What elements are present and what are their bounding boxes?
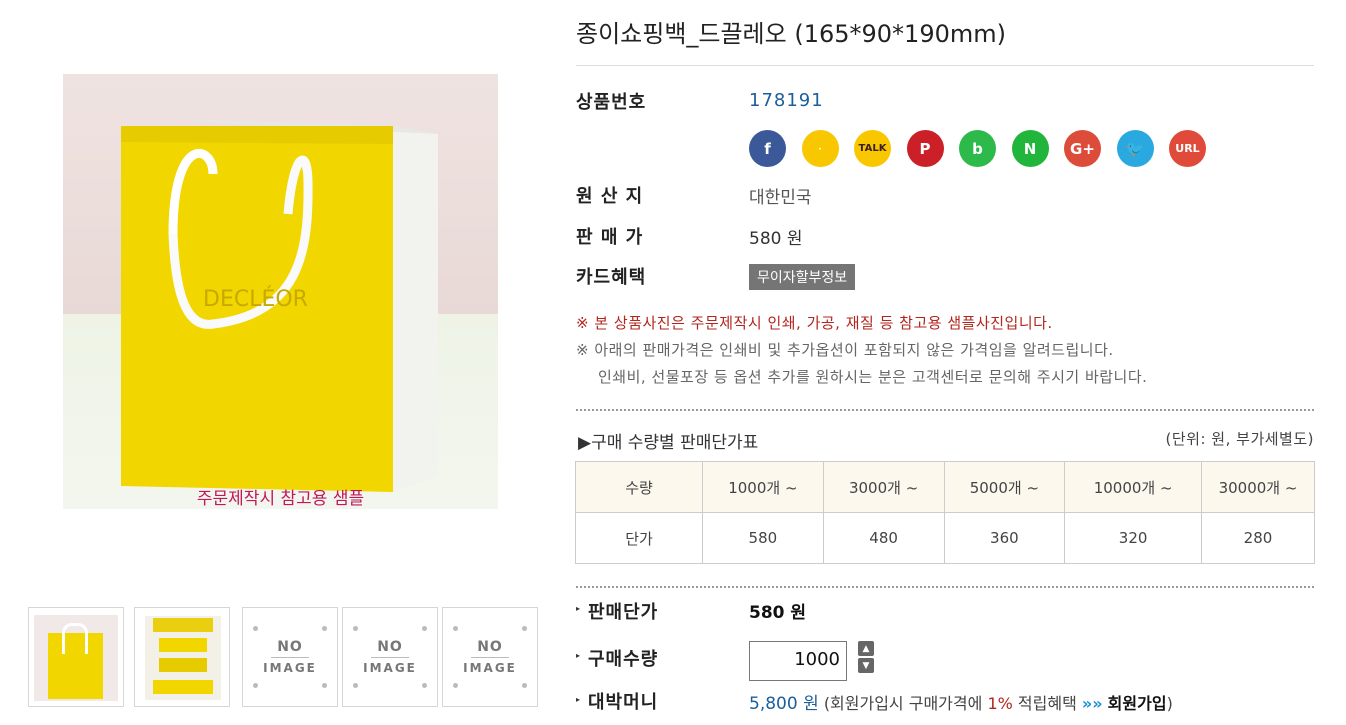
url-icon[interactable]: URL <box>1169 130 1206 167</box>
origin-label: 원 산 지 <box>576 186 644 207</box>
table-cell: 1000개 ~ <box>702 461 824 513</box>
dotted-divider <box>576 409 1314 411</box>
thumbnail-2[interactable] <box>134 607 230 707</box>
reward-rate: 1% <box>987 694 1013 713</box>
quantity-input[interactable]: 1000 <box>749 641 847 681</box>
title-divider <box>576 65 1314 66</box>
table-cell: 3000개 ~ <box>822 461 945 513</box>
price-table: 수량 1000개 ~ 3000개 ~ 5000개 ~ 10000개 ~ 3000… <box>575 461 1315 564</box>
facebook-icon[interactable]: f <box>749 130 786 167</box>
bullet-icon: ▸ <box>576 651 581 660</box>
thumbnail-1[interactable] <box>28 607 124 707</box>
quantity-label: 구매수량 <box>588 649 659 670</box>
shopping-bag-illustration: DECLÉOR <box>121 119 438 492</box>
reward-note-benefit: 적립혜택 <box>1017 694 1077 713</box>
reward-note: (회원가입시 구매가격에 <box>823 694 983 713</box>
table-row: 단가 580 480 360 320 280 <box>575 512 1315 564</box>
arrows-icon: »» <box>1081 694 1103 713</box>
reward-money-row: 5,800 원 (회원가입시 구매가격에 1% 적립혜택 »» 회원가입) <box>749 689 1173 714</box>
card-benefit-label: 카드혜택 <box>576 267 647 288</box>
table-cell: 5000개 ~ <box>943 461 1066 513</box>
product-code-label: 상품번호 <box>576 92 647 113</box>
origin-value: 대한민국 <box>749 188 812 208</box>
dotted-divider <box>576 586 1314 588</box>
kakaotalk-icon[interactable]: TALK <box>854 130 891 167</box>
bullet-icon: ▸ <box>576 604 581 613</box>
thumbnail-4-no-image[interactable]: NO IMAGE <box>342 607 438 707</box>
bullet-icon: ▸ <box>576 695 581 704</box>
sample-photo-notice: ※ 본 상품사진은 주문제작시 인쇄, 가공, 재질 등 참고용 샘플사진입니다… <box>576 314 1053 332</box>
table-cell: 30000개 ~ <box>1201 461 1315 513</box>
table-cell: 10000개 ~ <box>1064 461 1202 513</box>
twitter-icon[interactable]: 🐦 <box>1116 130 1154 167</box>
table-cell: 수량 <box>575 461 703 513</box>
signup-link[interactable]: 회원가입 <box>1108 694 1167 713</box>
product-title: 종이쇼핑백_드끌레오 (165*90*190mm) <box>576 20 1006 48</box>
reward-money-label: 대박머니 <box>588 692 659 713</box>
table-row: 수량 1000개 ~ 3000개 ~ 5000개 ~ 10000개 ~ 3000… <box>575 461 1315 513</box>
table-cell: 단가 <box>575 512 703 564</box>
installment-info-button[interactable]: 무이자할부정보 <box>749 264 856 290</box>
reward-note-close: ) <box>1166 694 1173 713</box>
image-caption: 주문제작시 참고용 샘플 <box>196 489 365 509</box>
table-cell: 480 <box>822 512 945 564</box>
band-icon[interactable]: b <box>959 130 996 167</box>
price-table-unit-note: (단위: 원, 부가세별도) <box>1165 430 1314 448</box>
table-cell: 360 <box>943 512 1066 564</box>
product-code-value: 178191 <box>749 90 824 111</box>
price-value: 580 원 <box>749 229 803 249</box>
pinterest-icon[interactable]: P <box>906 130 944 167</box>
bag-print-logo: DECLÉOR <box>203 286 308 312</box>
table-cell: 320 <box>1064 512 1202 564</box>
naver-icon[interactable]: N <box>1011 130 1049 167</box>
price-label: 판 매 가 <box>576 227 644 248</box>
thumbnail-3-no-image[interactable]: NO IMAGE <box>242 607 338 707</box>
price-notice-2: 인쇄비, 선물포장 등 옵션 추가를 원하시는 분은 고객센터로 문의해 주시기… <box>598 368 1148 386</box>
quantity-up-icon[interactable]: ▲ <box>858 641 874 656</box>
googleplus-icon[interactable]: G+ <box>1064 130 1101 167</box>
price-notice-1: ※ 아래의 판매가격은 인쇄비 및 추가옵션이 포함되지 않은 가격임을 알려드… <box>576 341 1114 359</box>
quantity-down-icon[interactable]: ▼ <box>858 658 874 673</box>
reward-money-value: 5,800 원 <box>749 694 819 714</box>
kakaostory-icon[interactable]: ᆞ <box>801 130 839 167</box>
thumbnail-5-no-image[interactable]: NO IMAGE <box>442 607 538 707</box>
product-main-image[interactable]: DECLÉOR 주문제작시 참고용 샘플 <box>63 74 498 509</box>
unit-price-value: 580 원 <box>749 603 807 623</box>
table-cell: 580 <box>702 512 824 564</box>
table-cell: 280 <box>1201 512 1315 564</box>
unit-price-label: 판매단가 <box>588 602 659 623</box>
price-table-heading: ▶구매 수량별 판매단가표 <box>578 433 759 453</box>
